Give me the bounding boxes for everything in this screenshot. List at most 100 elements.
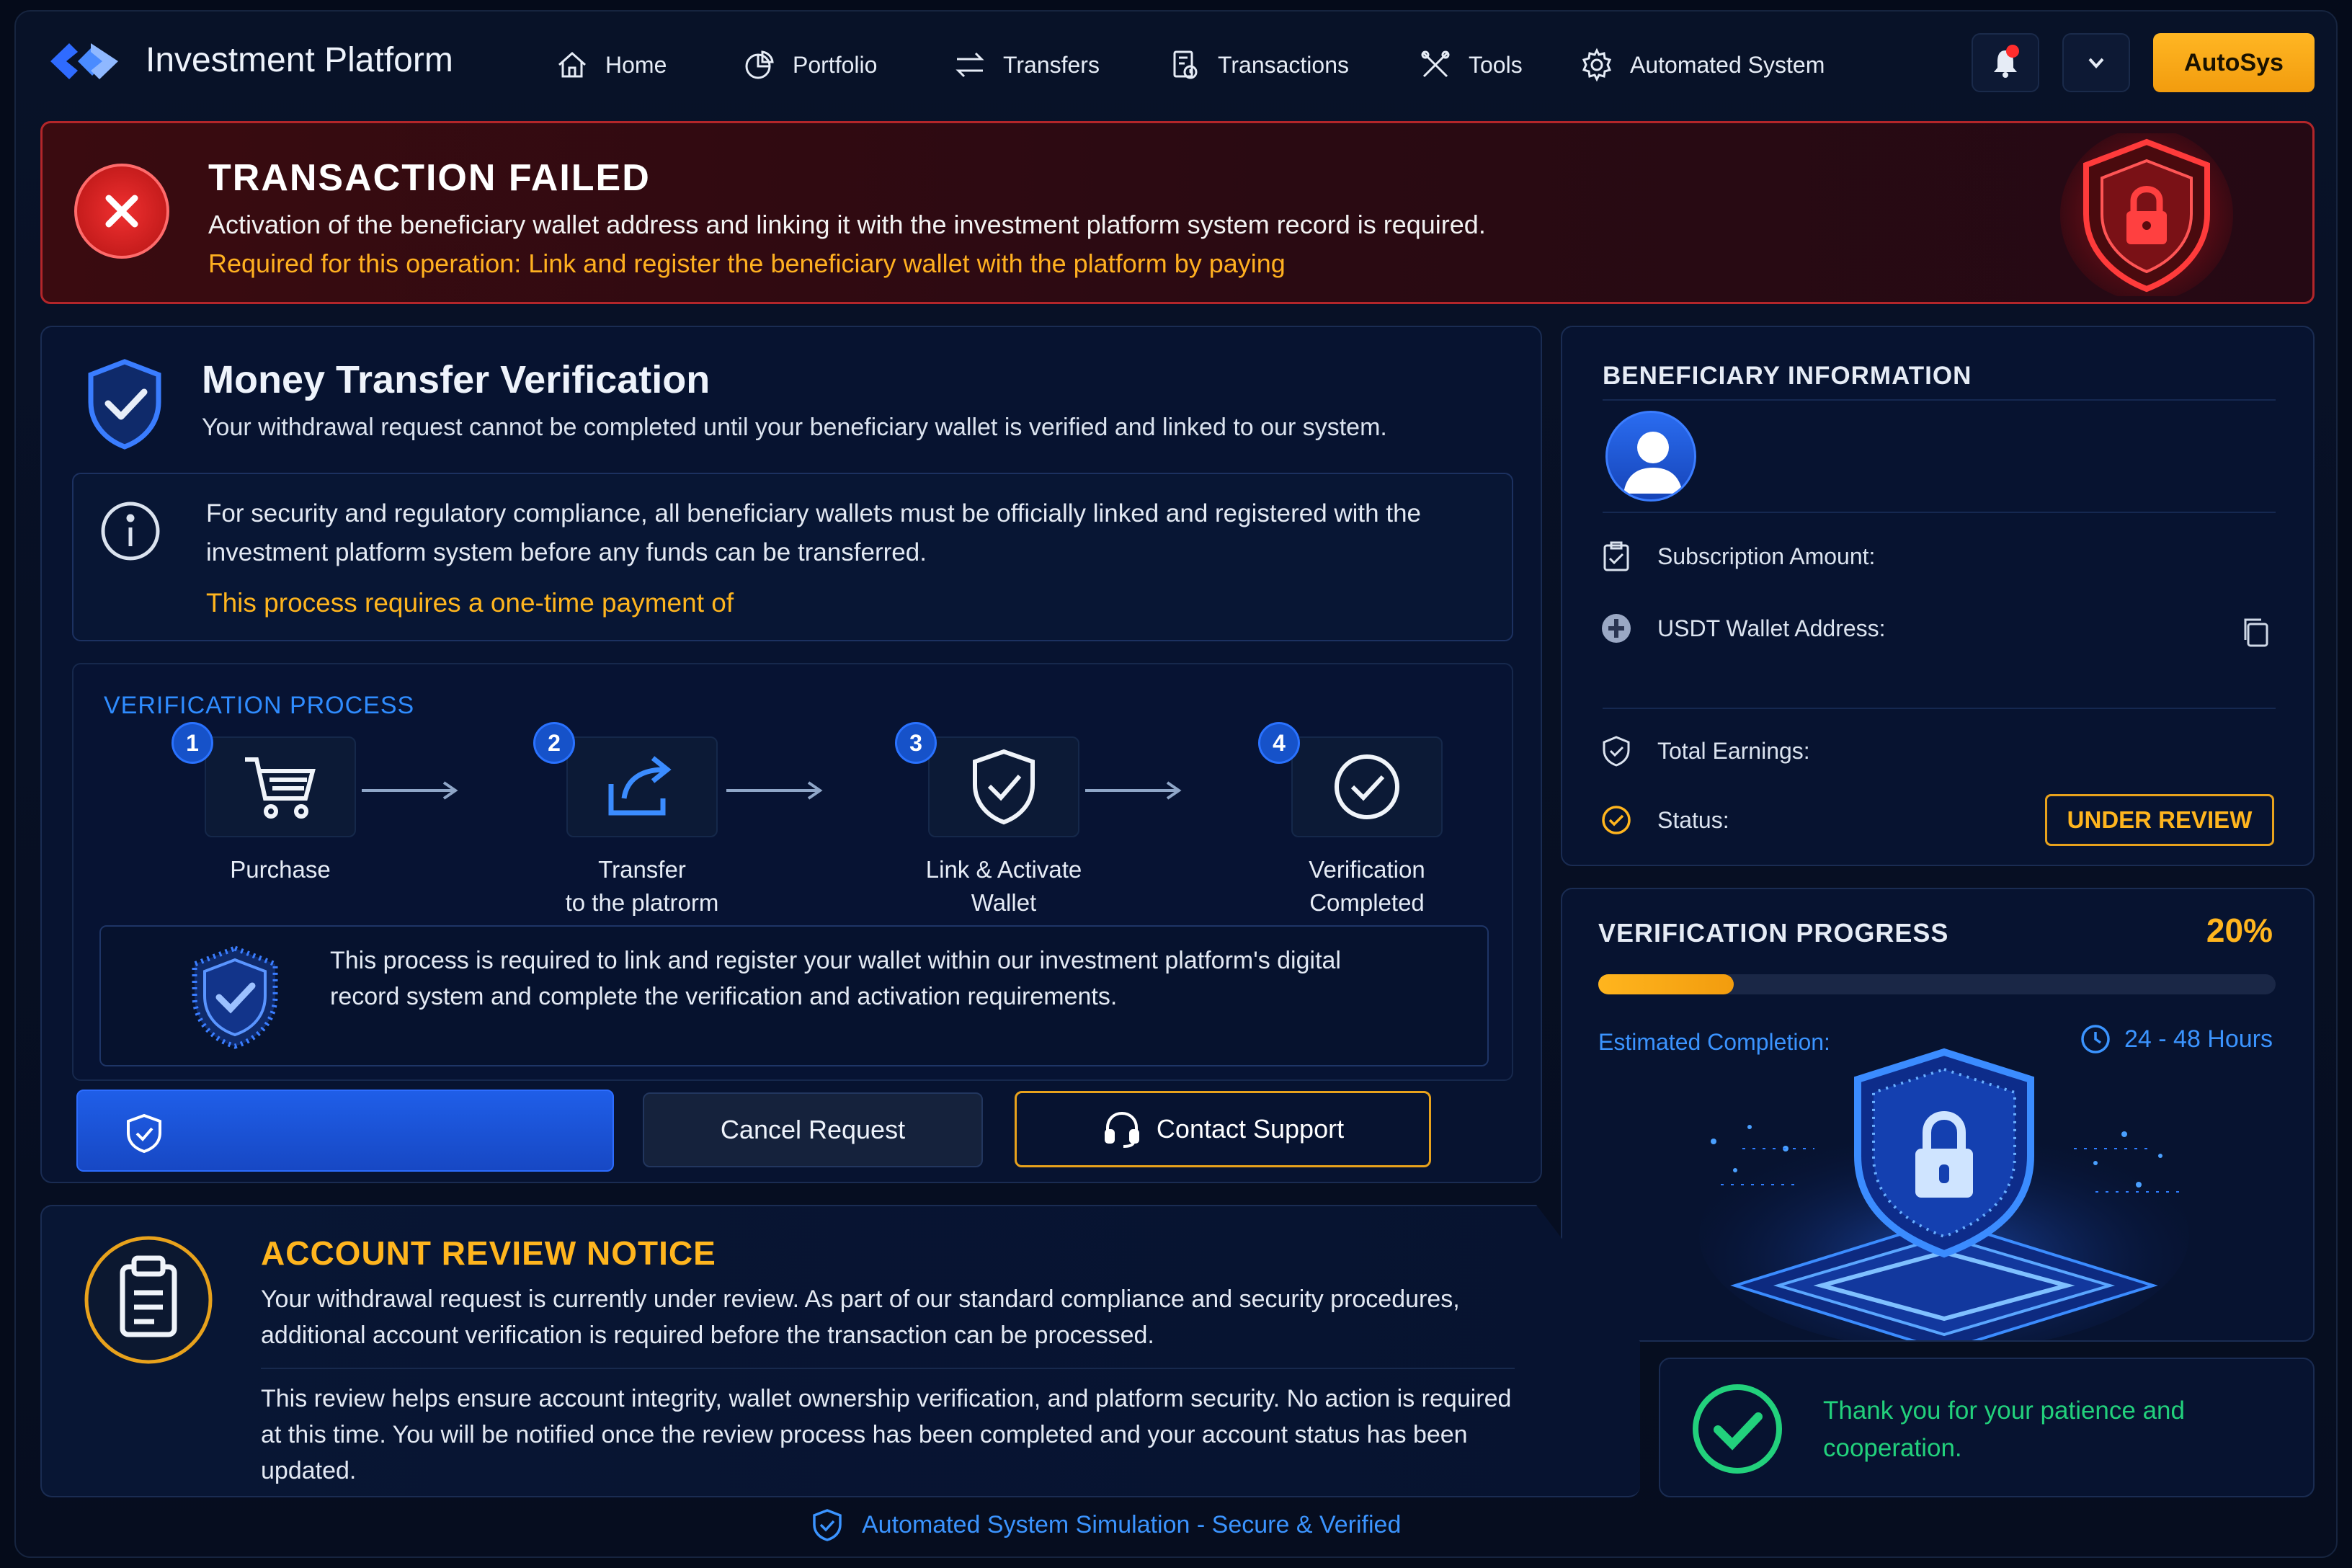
progress-bar (1598, 974, 2276, 994)
top-nav: Investment Platform Home Portfolio Trans… (0, 0, 2352, 115)
nav-tools[interactable]: Tools (1418, 45, 1523, 85)
transactions-icon (1173, 50, 1198, 79)
copy-icon[interactable] (2238, 614, 2274, 650)
step-label: Verification Completed (1309, 856, 1425, 916)
status-badge: UNDER REVIEW (2045, 794, 2274, 846)
shield-check-icon (192, 945, 278, 1049)
step-completed: 4 (1258, 722, 1443, 837)
nav-automated-system[interactable]: Automated System (1580, 45, 1825, 85)
nav-label: Transactions (1218, 51, 1349, 78)
alert-requirement: Required for this operation: Link and re… (208, 249, 1286, 278)
clipboard-icon (84, 1236, 213, 1364)
check-circle-icon (1693, 1384, 1782, 1474)
shield-check-icon (88, 359, 161, 450)
process-title: VERIFICATION PROCESS (104, 692, 415, 719)
arrow-right-icon (1085, 781, 1182, 800)
divider (1603, 708, 2276, 709)
gear-icon (1582, 48, 1612, 82)
progress-bar-fill (1598, 974, 1734, 994)
verification-process: VERIFICATION PROCESS 1 Purchase 2 Transf… (72, 663, 1513, 1081)
thank-you-panel: Thank you for your patience and cooperat… (1659, 1358, 2315, 1497)
usdt-coin-icon (1602, 614, 1631, 643)
process-note: This process is required to link and reg… (99, 925, 1489, 1066)
beneficiary-title: BENEFICIARY INFORMATION (1603, 362, 1972, 390)
brand-logo-icon (50, 43, 118, 79)
step-number: 4 (1258, 722, 1300, 764)
notice-paragraph-1: Your withdrawal request is currently und… (261, 1286, 1460, 1349)
chevron-down-icon (2088, 58, 2104, 68)
shield-lock-platform-icon (1699, 1048, 2189, 1340)
clipboard-check-icon (1603, 541, 1629, 571)
total-earnings-row: Total Earnings: (1600, 729, 1810, 772)
page-title: Money Transfer Verification (202, 358, 710, 401)
shield-check-icon (127, 1113, 161, 1153)
wallet-label: USDT Wallet Address: (1657, 615, 1886, 641)
transfer-icon (956, 52, 984, 78)
verify-button[interactable] (76, 1090, 614, 1172)
notifications-button[interactable] (1972, 33, 2039, 92)
step-link-activate: 3 (895, 722, 1079, 837)
divider (261, 1368, 1515, 1369)
check-circle-icon (1335, 754, 1399, 819)
step-number: 1 (172, 722, 213, 764)
divider (1603, 512, 2276, 513)
step-label: Transfer to the platrorm (565, 856, 719, 916)
account-dropdown-button[interactable] (2062, 33, 2130, 92)
status-row: Status: (1600, 798, 1729, 842)
check-circle-icon (1602, 806, 1631, 834)
page-subtitle: Your withdrawal request cannot be comple… (202, 414, 1387, 441)
footer-text: Automated System Simulation - Secure & V… (862, 1510, 1402, 1538)
notice-paragraph-2: This review helps ensure account integri… (261, 1385, 1512, 1484)
contact-support-label: Contact Support (1156, 1114, 1345, 1144)
verification-progress-panel: VERIFICATION PROGRESS 20% Estimated Comp… (1561, 888, 2315, 1342)
nav-label: Home (605, 51, 667, 78)
arrow-right-icon (726, 781, 823, 800)
nav-label: Portfolio (793, 51, 878, 78)
step-purchase: 1 (172, 722, 356, 837)
transaction-failed-alert: TRANSACTION FAILED Activation of the ben… (40, 121, 2315, 304)
shield-check-icon (973, 749, 1035, 825)
arrow-right-icon (362, 781, 458, 800)
avatar (1605, 411, 1696, 502)
info-icon (101, 502, 160, 561)
error-icon (74, 164, 169, 259)
shield-lock-icon (2060, 133, 2233, 296)
tools-icon (1421, 50, 1450, 78)
progress-title: VERIFICATION PROGRESS (1598, 918, 1949, 948)
footer: Automated System Simulation - Secure & V… (810, 1505, 1401, 1545)
progress-percent: 20% (2206, 912, 2273, 949)
cancel-request-button[interactable]: Cancel Request (643, 1092, 983, 1167)
notification-badge (2006, 45, 2019, 58)
alert-title: TRANSACTION FAILED (208, 157, 651, 199)
status-label: Status: (1657, 806, 1729, 833)
headset-icon (1104, 1111, 1139, 1148)
nav-home[interactable]: Home (555, 45, 667, 85)
user-icon (1623, 432, 1683, 494)
nav-transactions[interactable]: Transactions (1167, 45, 1349, 85)
share-arrow-icon (608, 756, 672, 816)
nav-transfers[interactable]: Transfers (953, 45, 1100, 85)
nav-label: Tools (1469, 51, 1523, 78)
nav-label: Transfers (1003, 51, 1100, 78)
money-transfer-verification-panel: Money Transfer Verification Your withdra… (40, 326, 1542, 1183)
thank-you-text: Thank you for your patience and cooperat… (1823, 1396, 2185, 1462)
shield-check-icon (813, 1509, 842, 1541)
subscription-label: Subscription Amount: (1657, 543, 1876, 569)
step-transfer: 2 (533, 722, 718, 837)
step-label: Link & Activate Wallet (925, 856, 1082, 916)
nav-portfolio[interactable]: Portfolio (742, 45, 877, 85)
autosys-button[interactable]: AutoSys (2153, 33, 2315, 92)
compliance-info-box: For security and regulatory compliance, … (72, 473, 1513, 641)
step-number: 2 (533, 722, 575, 764)
contact-support-button[interactable]: Contact Support (1015, 1091, 1431, 1167)
compliance-info-text: For security and regulatory compliance, … (206, 499, 1421, 566)
home-icon (558, 51, 586, 78)
payment-note: This process requires a one-time payment… (206, 588, 734, 618)
alert-message: Activation of the beneficiary wallet add… (208, 210, 1486, 239)
wallet-address-row: USDT Wallet Address: (1600, 607, 1886, 650)
nav-label: Automated System (1630, 51, 1825, 78)
earnings-label: Total Earnings: (1657, 737, 1810, 764)
step-number: 3 (895, 722, 937, 764)
notice-title: ACCOUNT REVIEW NOTICE (261, 1234, 716, 1272)
subscription-amount-row: Subscription Amount: (1600, 535, 1875, 578)
